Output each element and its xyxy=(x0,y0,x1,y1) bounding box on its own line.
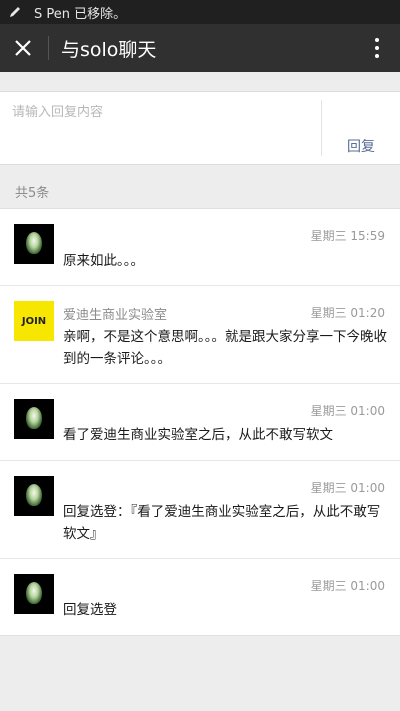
avatar-logo-text: JOIN xyxy=(21,315,47,327)
reply-input[interactable] xyxy=(0,92,320,164)
message-text: 看了爱迪生商业实验室之后，从此不敢写软文 xyxy=(63,427,333,443)
message-text: 原来如此。。。 xyxy=(63,253,144,269)
header-divider xyxy=(48,36,49,60)
list-item[interactable]: 星期三 01:00 回复选登：『看了爱迪生商业实验室之后，从此不敢写软文』 xyxy=(0,460,400,558)
avatar[interactable] xyxy=(14,224,54,264)
avatar[interactable] xyxy=(14,476,54,516)
status-bar: S Pen 已移除。 xyxy=(0,0,400,24)
timestamp: 星期三 01:00 xyxy=(310,481,385,495)
page-title: 与solo聊天 xyxy=(61,38,157,61)
avatar[interactable]: JOIN xyxy=(14,301,54,341)
more-vertical-icon[interactable] xyxy=(364,24,390,72)
timestamp: 星期三 01:00 xyxy=(310,404,385,418)
list-item[interactable]: 星期三 15:59 原来如此。。。 xyxy=(0,209,400,285)
timestamp: 星期三 15:59 xyxy=(310,229,385,243)
avatar[interactable] xyxy=(14,399,54,439)
app-bar: 与solo聊天 xyxy=(0,24,400,72)
pen-icon xyxy=(8,5,30,19)
list-item[interactable]: 星期三 01:00 回复选登 xyxy=(0,558,400,635)
timestamp: 星期三 01:00 xyxy=(310,579,385,593)
message-text: 回复选登：『看了爱迪生商业实验室之后，从此不敢写软文』 xyxy=(63,504,381,542)
status-text: S Pen 已移除。 xyxy=(34,6,127,22)
sender-name: 爱迪生商业实验室 xyxy=(63,308,168,323)
timestamp: 星期三 01:20 xyxy=(310,306,385,320)
message-list: 星期三 15:59 原来如此。。。 JOIN 爱迪生商业实验室 星期三 01:2… xyxy=(0,208,400,636)
message-text: 回复选登 xyxy=(63,602,117,618)
reply-button[interactable]: 回复 xyxy=(322,136,400,156)
close-icon[interactable] xyxy=(0,24,46,72)
reply-box: 回复 xyxy=(0,91,400,165)
message-text: 亲啊，不是这个意思啊。。。就是跟大家分享一下今晚收到的一条评论。。。 xyxy=(63,329,387,367)
list-item[interactable]: 星期三 01:00 看了爱迪生商业实验室之后，从此不敢写软文 xyxy=(0,383,400,460)
comment-count: 共5条 xyxy=(15,186,50,201)
list-item[interactable]: JOIN 爱迪生商业实验室 星期三 01:20 亲啊，不是这个意思啊。。。就是跟… xyxy=(0,285,400,383)
avatar[interactable] xyxy=(14,574,54,614)
